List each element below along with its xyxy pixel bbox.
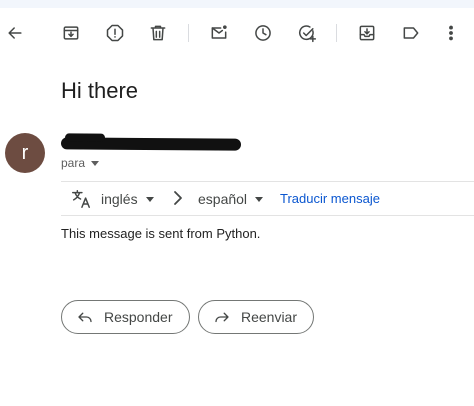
snooze-icon[interactable] xyxy=(248,18,278,48)
forward-button-label: Reenviar xyxy=(240,309,297,325)
source-language-select[interactable]: inglés xyxy=(101,191,154,207)
chevron-down-icon xyxy=(91,160,100,166)
top-band xyxy=(0,0,474,8)
toolbar-divider xyxy=(336,24,337,42)
recipient-details-toggle[interactable]: para xyxy=(61,156,100,170)
email-body: This message is sent from Python. xyxy=(61,226,261,241)
more-vert-icon[interactable] xyxy=(436,18,466,48)
reply-button[interactable]: Responder xyxy=(61,300,190,334)
translate-icon xyxy=(70,188,92,210)
target-language-select[interactable]: español xyxy=(198,191,264,207)
sender-avatar[interactable]: r xyxy=(5,133,45,173)
source-language-label: inglés xyxy=(101,191,138,207)
chevron-down-icon xyxy=(255,196,264,202)
mark-unread-icon[interactable] xyxy=(204,18,234,48)
chevron-right-icon xyxy=(171,190,185,206)
report-spam-icon[interactable] xyxy=(100,18,130,48)
forward-icon xyxy=(215,312,229,323)
reply-button-label: Responder xyxy=(104,309,173,325)
archive-icon[interactable] xyxy=(56,18,86,48)
back-arrow-icon[interactable] xyxy=(0,18,30,48)
delete-icon[interactable] xyxy=(143,18,173,48)
sender-redaction xyxy=(60,137,242,151)
recipient-label: para xyxy=(61,156,86,170)
add-to-tasks-icon[interactable] xyxy=(292,18,322,48)
message-toolbar xyxy=(0,18,474,48)
label-icon[interactable] xyxy=(396,18,426,48)
forward-button[interactable]: Reenviar xyxy=(198,300,314,334)
translate-message-link[interactable]: Traducir mensaje xyxy=(280,191,380,206)
toolbar-divider xyxy=(188,24,189,42)
email-subject: Hi there xyxy=(61,78,139,103)
target-language-label: español xyxy=(198,191,248,207)
translate-bar: inglés español Traducir mensaje xyxy=(61,181,474,216)
chevron-down-icon xyxy=(145,196,154,202)
reply-icon xyxy=(78,312,92,323)
move-to-icon[interactable] xyxy=(352,18,382,48)
